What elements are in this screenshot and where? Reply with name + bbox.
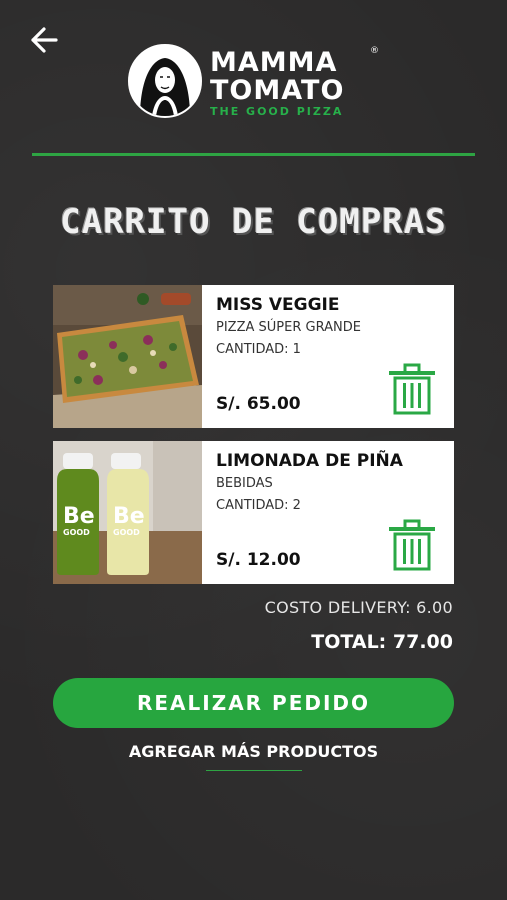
registered-mark: ® bbox=[370, 46, 379, 56]
logo-line2: TOMATO bbox=[210, 75, 345, 106]
drinks-image: Be GOOD Be GOOD bbox=[53, 441, 202, 584]
delete-item-button[interactable] bbox=[387, 519, 437, 571]
item-name: LIMONADA DE PIÑA bbox=[216, 451, 403, 471]
page-title: CARRITO DE COMPRAS bbox=[60, 202, 447, 242]
place-order-button[interactable]: REALIZAR PEDIDO bbox=[53, 678, 454, 728]
cart-item: Be GOOD Be GOOD LIMONADA DE PIÑA BEBIDAS… bbox=[53, 441, 454, 584]
item-price: S/. 65.00 bbox=[216, 394, 301, 414]
item-price: S/. 12.00 bbox=[216, 550, 301, 570]
brand-logo: MAMMA ® TOMATO THE GOOD PIZZA bbox=[128, 44, 379, 120]
mona-lisa-logo-icon bbox=[128, 44, 202, 118]
header-divider bbox=[32, 153, 475, 156]
add-more-products-link[interactable]: AGREGAR MÁS PRODUCTOS bbox=[0, 742, 507, 761]
arrow-left-icon bbox=[31, 27, 58, 53]
svg-text:GOOD: GOOD bbox=[113, 528, 140, 537]
item-quantity: CANTIDAD: 2 bbox=[216, 498, 301, 513]
trash-icon bbox=[389, 519, 435, 571]
logo-tagline: THE GOOD PIZZA bbox=[210, 105, 344, 118]
delete-item-button[interactable] bbox=[387, 363, 437, 415]
trash-icon bbox=[389, 363, 435, 415]
svg-text:GOOD: GOOD bbox=[63, 528, 90, 537]
item-name: MISS VEGGIE bbox=[216, 295, 340, 315]
link-underline bbox=[206, 770, 302, 771]
item-quantity: CANTIDAD: 1 bbox=[216, 342, 301, 357]
item-category: BEBIDAS bbox=[216, 476, 273, 491]
item-category: PIZZA SÚPER GRANDE bbox=[216, 320, 361, 335]
svg-text:Be: Be bbox=[113, 504, 145, 529]
cart-item: MISS VEGGIE PIZZA SÚPER GRANDE CANTIDAD:… bbox=[53, 285, 454, 428]
back-button[interactable] bbox=[28, 26, 60, 54]
logo-line1: MAMMA bbox=[210, 47, 338, 78]
svg-text:Be: Be bbox=[63, 504, 95, 529]
pizza-image bbox=[53, 285, 202, 428]
delivery-cost: COSTO DELIVERY: 6.00 bbox=[264, 598, 453, 617]
order-total: TOTAL: 77.00 bbox=[311, 631, 453, 653]
